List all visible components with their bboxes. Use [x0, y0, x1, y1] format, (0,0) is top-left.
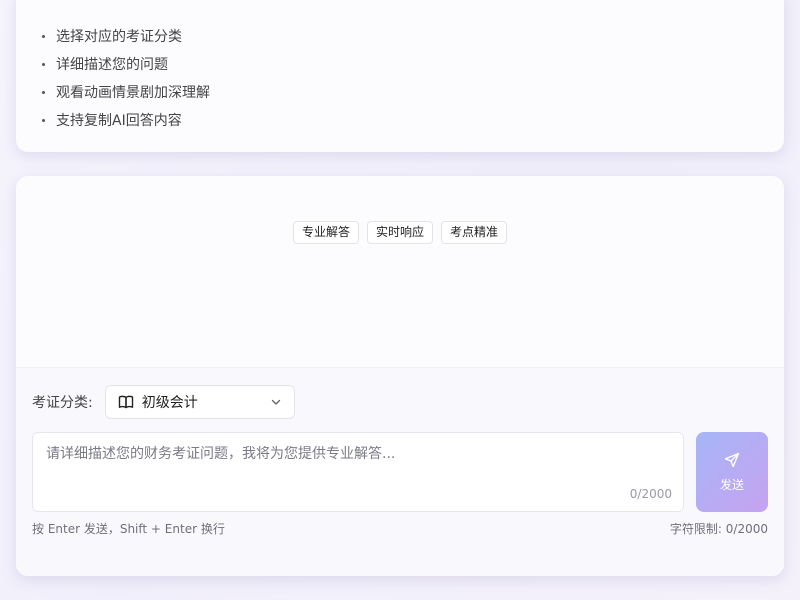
tip-text: 观看动画情景剧加深理解: [56, 85, 210, 101]
chat-message-area: 专业解答 实时响应 考点精准: [16, 176, 784, 367]
bullet-icon: [42, 34, 45, 38]
bullet-icon: [42, 118, 45, 122]
category-value: 初级会计: [141, 395, 198, 411]
tips-list: 选择对应的考证分类 详细描述您的问题 观看动画情景剧加深理解 支持复制AI回答内…: [42, 22, 210, 134]
tip-item: 选择对应的考证分类: [42, 22, 210, 50]
tips-card: 选择对应的考证分类 详细描述您的问题 观看动画情景剧加深理解 支持复制AI回答内…: [16, 0, 784, 152]
chat-card: 专业解答 实时响应 考点精准 考证分类: 初级会计 请详细描述您的财务考证问题，…: [16, 176, 784, 576]
tip-text: 详细描述您的问题: [56, 57, 168, 73]
book-icon: [118, 394, 134, 410]
bullet-icon: [42, 90, 45, 94]
category-label: 考证分类:: [32, 395, 93, 411]
input-panel: 考证分类: 初级会计 0/2000: [16, 367, 784, 576]
feature-tag-accurate: 考点精准: [441, 221, 508, 244]
send-icon: [724, 452, 740, 471]
tip-text: 选择对应的考证分类: [56, 29, 182, 45]
category-row: 考证分类: 初级会计: [32, 384, 295, 420]
bullet-icon: [42, 62, 45, 66]
tip-item: 观看动画情景剧加深理解: [42, 78, 210, 106]
feature-tag-professional: 专业解答: [292, 221, 359, 244]
hint-row: 按 Enter 发送，Shift + Enter 换行 字符限制: 0/2000: [32, 520, 768, 537]
tip-item: 支持复制AI回答内容: [42, 106, 210, 134]
question-input[interactable]: [33, 433, 683, 511]
send-label: 发送: [719, 477, 744, 492]
tip-text: 支持复制AI回答内容: [56, 113, 182, 129]
chevron-down-icon: [270, 396, 282, 408]
keyboard-hint: 按 Enter 发送，Shift + Enter 换行: [32, 522, 225, 536]
send-button[interactable]: 发送: [696, 432, 768, 512]
char-counter: 0/2000: [629, 487, 672, 501]
tip-item: 详细描述您的问题: [42, 50, 210, 78]
char-limit-hint: 字符限制: 0/2000: [669, 522, 768, 536]
question-input-box: 0/2000: [32, 432, 684, 512]
feature-tag-realtime: 实时响应: [366, 221, 433, 244]
category-select[interactable]: 初级会计: [104, 385, 295, 419]
feature-tags: 专业解答 实时响应 考点精准: [16, 221, 784, 244]
